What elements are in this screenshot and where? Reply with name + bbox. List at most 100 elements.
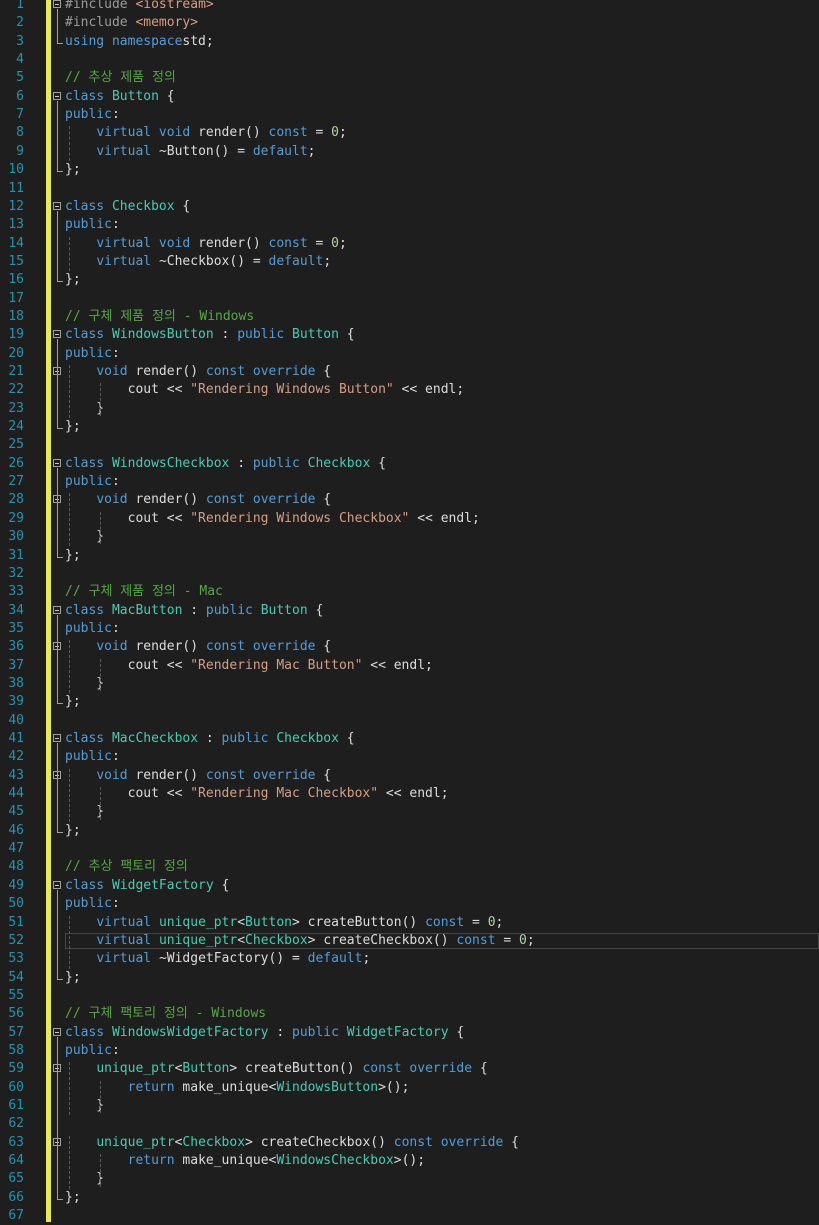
code-text: public: (65, 216, 120, 234)
code-line[interactable]: 41 class MacCheckbox : public Checkbox { (0, 730, 819, 748)
code-line[interactable]: 29 cout << "Rendering Windows Checkbox" … (0, 510, 819, 528)
code-token: public (65, 896, 112, 912)
code-token: unique_ptr (96, 1061, 175, 1077)
collapse-toggle-icon[interactable] (53, 458, 61, 467)
code-line[interactable]: 67 (0, 1207, 819, 1225)
code-line[interactable]: 7 public: (0, 106, 819, 124)
code-line[interactable]: 40 (0, 712, 819, 730)
collapse-toggle-icon[interactable] (53, 330, 61, 339)
code-line[interactable]: 32 (0, 565, 819, 583)
line-number: 15 (8, 253, 24, 269)
code-line[interactable]: 13 public: (0, 216, 819, 234)
code-line[interactable]: 10}; (0, 161, 819, 179)
code-token: unique_ptr (96, 1134, 175, 1150)
code-line[interactable]: 56 // 구체 팩토리 정의 - Windows (0, 1005, 819, 1023)
code-token: render() (135, 492, 206, 508)
code-line[interactable]: 24}; (0, 418, 819, 436)
code-line[interactable]: 60 return make_unique<WindowsButton>(); (0, 1079, 819, 1097)
code-line[interactable]: 11 (0, 180, 819, 198)
code-line[interactable]: 51 virtual unique_ptr<Button> createButt… (0, 914, 819, 932)
collapse-toggle-icon[interactable] (53, 734, 61, 742)
code-line[interactable]: 19 class WindowsButton : public Button { (0, 326, 819, 344)
line-number: 25 (8, 437, 24, 453)
code-editor[interactable]: 1 #include <iostream> 2 #include <memory> 3 u… (0, 0, 819, 1225)
collapse-toggle-icon[interactable] (53, 201, 61, 210)
code-line[interactable]: 27 public: (0, 473, 819, 491)
code-line[interactable]: 23 } (0, 400, 819, 418)
code-line[interactable]: 63 unique_ptr<Checkbox> createCheckbox()… (0, 1134, 819, 1152)
code-line[interactable]: 37 cout << "Rendering Mac Button" << end… (0, 657, 819, 675)
collapse-toggle-icon[interactable] (53, 880, 61, 889)
code-line[interactable]: 38 } (0, 675, 819, 693)
code-line[interactable]: 50 public: (0, 895, 819, 913)
code-line[interactable]: 55 (0, 987, 819, 1005)
code-line[interactable]: 43 void render() const override { (0, 767, 819, 785)
code-line[interactable]: 48 // 추상 팩토리 정의 (0, 858, 819, 876)
code-line[interactable]: 49 class WidgetFactory { (0, 877, 819, 895)
code-line[interactable]: 66}; (0, 1189, 819, 1207)
collapse-toggle-icon[interactable] (53, 605, 61, 614)
code-line[interactable]: 54}; (0, 969, 819, 987)
code-line[interactable]: 34 class MacButton : public Button { (0, 602, 819, 620)
code-line[interactable]: 62 (0, 1115, 819, 1133)
code-line[interactable]: 33 // 구체 제품 정의 - Mac (0, 583, 819, 601)
code-line[interactable]: 52 virtual unique_ptr<Checkbox> createCh… (0, 932, 819, 950)
code-line[interactable]: 1 #include <iostream> (0, 0, 819, 14)
code-line[interactable]: 31}; (0, 547, 819, 565)
code-token: } (65, 1171, 105, 1187)
code-token: : (268, 1024, 292, 1040)
code-token: < (237, 914, 246, 930)
code-line[interactable]: 47 (0, 840, 819, 858)
code-token: "Rendering Mac Button" (190, 657, 363, 673)
line-number: 42 (8, 749, 24, 765)
indent-guide (69, 126, 70, 162)
code-line[interactable]: 17 (0, 290, 819, 308)
collapse-toggle-icon[interactable] (53, 0, 61, 8)
code-line[interactable]: 14 virtual void render() const = 0; (0, 235, 819, 253)
code-line[interactable]: 2 #include <memory> (0, 14, 819, 32)
code-line[interactable]: 36 void render() const override { (0, 638, 819, 656)
code-line[interactable]: 8 virtual void render() const = 0; (0, 124, 819, 142)
code-line[interactable]: 12 class Checkbox { (0, 198, 819, 216)
code-line[interactable]: 22 cout << "Rendering Windows Button" <<… (0, 381, 819, 399)
code-line[interactable]: 30 } (0, 528, 819, 546)
line-number: 55 (8, 987, 24, 1003)
line-number: 2 (16, 15, 24, 31)
code-line[interactable]: 57 class WindowsWidgetFactory : public Wi… (0, 1024, 819, 1042)
code-line[interactable]: 65 } (0, 1170, 819, 1188)
code-token: WindowsButton (276, 1079, 379, 1095)
code-text: cout << "Rendering Mac Button" << endl; (65, 657, 433, 675)
code-token: public (65, 1042, 112, 1058)
code-line[interactable]: 28 void render() const override { (0, 491, 819, 509)
code-line[interactable]: 16}; (0, 271, 819, 289)
code-line[interactable]: 58 public: (0, 1042, 819, 1060)
collapse-toggle-icon[interactable] (53, 1027, 61, 1036)
code-token: public (65, 107, 112, 123)
code-line[interactable]: 59 unique_ptr<Button> createButton() con… (0, 1060, 819, 1078)
code-line[interactable]: 6 class Button { (0, 88, 819, 106)
code-line[interactable]: 26 class WindowsCheckbox : public Checkbo… (0, 455, 819, 473)
code-line[interactable]: 64 return make_unique<WindowsCheckbox>()… (0, 1152, 819, 1170)
code-line[interactable]: 21 void render() const override { (0, 363, 819, 381)
code-token: render() (198, 125, 269, 141)
line-number: 67 (8, 1208, 24, 1224)
collapse-toggle-icon[interactable] (53, 91, 61, 100)
code-line[interactable]: 20 public: (0, 345, 819, 363)
code-line[interactable]: 53 virtual ~WidgetFactory() = default; (0, 950, 819, 968)
code-line[interactable]: 5 // 추상 제품 정의 (0, 69, 819, 87)
code-line[interactable]: 3 using namespacestd; (0, 33, 819, 51)
code-token: : (198, 731, 222, 746)
code-line[interactable]: 39}; (0, 693, 819, 711)
code-line[interactable]: 4 (0, 51, 819, 69)
code-line[interactable]: 42 public: (0, 748, 819, 766)
code-line[interactable]: 61 } (0, 1097, 819, 1115)
code-line[interactable]: 44 cout << "Rendering Mac Checkbox" << e… (0, 785, 819, 803)
code-line[interactable]: 25 (0, 436, 819, 454)
code-line[interactable]: 35 public: (0, 620, 819, 638)
code-line[interactable]: 18 // 구체 제품 정의 - Windows (0, 308, 819, 326)
code-line[interactable]: 9 virtual ~Button() = default; (0, 143, 819, 161)
code-line[interactable]: 45 } (0, 803, 819, 821)
code-line[interactable]: 46}; (0, 822, 819, 840)
code-text: class WindowsButton : public Button { (65, 326, 355, 344)
code-line[interactable]: 15 virtual ~Checkbox() = default; (0, 253, 819, 271)
